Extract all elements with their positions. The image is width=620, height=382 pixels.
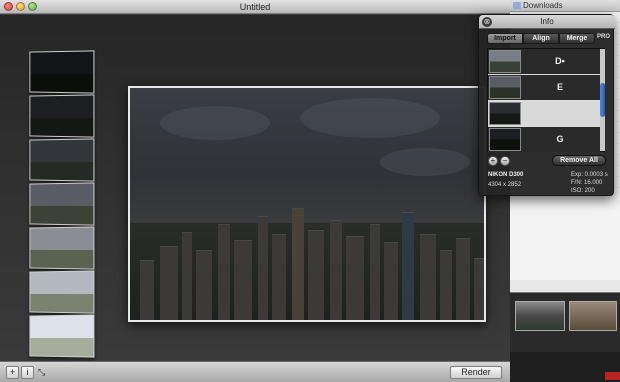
info-panel-title: Info: [540, 17, 554, 26]
remove-slot-button[interactable]: −: [500, 156, 510, 166]
folder-icon: [513, 2, 521, 9]
exposure-thumbnail[interactable]: [29, 226, 95, 270]
exposure-thumbnail[interactable]: [29, 314, 95, 358]
exposure-thumbnail[interactable]: [29, 50, 95, 94]
slot-thumbnail: [489, 102, 521, 125]
exposure-thumbnail[interactable]: [29, 138, 95, 182]
finder-preview-thumbnail[interactable]: [515, 301, 565, 331]
tab-import[interactable]: Import: [487, 33, 523, 44]
finder-preview-strip: [509, 292, 620, 352]
exposure-slot[interactable]: E: [488, 75, 600, 100]
exposure-slot[interactable]: D•: [488, 49, 600, 74]
add-images-button[interactable]: +: [6, 366, 19, 379]
slot-label: D•: [555, 56, 565, 66]
zoom-window-button[interactable]: [28, 2, 37, 11]
preview-city: [130, 208, 484, 320]
iso-value: ISO: 200: [571, 188, 595, 194]
main-window: Untitled + i ⤡ Render: [0, 0, 510, 382]
exposure-thumbnail[interactable]: [29, 182, 95, 226]
finder-preview-thumbnail[interactable]: [569, 301, 617, 331]
slot-label: G: [556, 134, 564, 144]
red-indicator: [605, 372, 620, 380]
scrollbar-knob[interactable]: [600, 83, 605, 117]
finder-status-bar: [509, 352, 620, 382]
close-window-button[interactable]: [4, 2, 13, 11]
workspace: [0, 15, 510, 361]
close-icon[interactable]: ⊗: [482, 17, 492, 27]
tab-align[interactable]: Align: [523, 33, 559, 44]
exposure-thumbnail[interactable]: [29, 94, 95, 138]
slot-label: E: [556, 82, 563, 92]
exposure-thumbnail[interactable]: [29, 270, 95, 314]
info-panel: ⊗ Info Import Align Merge PRO D• E G + −…: [478, 14, 615, 196]
exposure-time: Exp: 0.0003 s: [571, 172, 608, 178]
exposure-slot-empty[interactable]: [488, 101, 600, 126]
remove-all-button[interactable]: Remove All: [552, 155, 606, 166]
background-window-title: Downloads: [523, 1, 563, 10]
slot-thumbnail: [489, 128, 521, 151]
tab-merge[interactable]: Merge: [559, 33, 595, 44]
info-panel-titlebar[interactable]: ⊗ Info: [479, 15, 615, 29]
minimize-window-button[interactable]: [16, 2, 25, 11]
camera-model: NIKON D300: [488, 172, 524, 178]
desktop: Downloads Untitled + i ⤡ Render ⊗ Info I…: [0, 0, 620, 382]
info-button[interactable]: i: [21, 366, 34, 379]
mode-tabs: Import Align Merge: [487, 33, 595, 44]
add-slot-button[interactable]: +: [488, 156, 498, 166]
bottom-toolbar: + i ⤡ Render: [0, 361, 510, 382]
exposure-slot[interactable]: G: [488, 127, 600, 152]
background-window-titlebar[interactable]: Downloads: [509, 0, 620, 12]
window-title: Untitled: [239, 2, 271, 12]
slot-label: [524, 101, 596, 126]
aperture-value: F/N: 16.000: [571, 180, 603, 186]
slot-thumbnail: [489, 50, 521, 73]
slot-thumbnail: [489, 76, 521, 99]
image-resolution: 4304 x 2852: [488, 182, 522, 188]
image-preview[interactable]: [128, 86, 486, 322]
expand-icon[interactable]: ⤡: [38, 367, 45, 378]
render-button[interactable]: Render: [450, 366, 502, 379]
exposure-slot-list: D• E G: [487, 48, 605, 152]
slot-scrollbar[interactable]: [600, 49, 605, 151]
main-window-titlebar[interactable]: Untitled: [0, 0, 510, 14]
pro-badge: PRO: [597, 34, 611, 40]
